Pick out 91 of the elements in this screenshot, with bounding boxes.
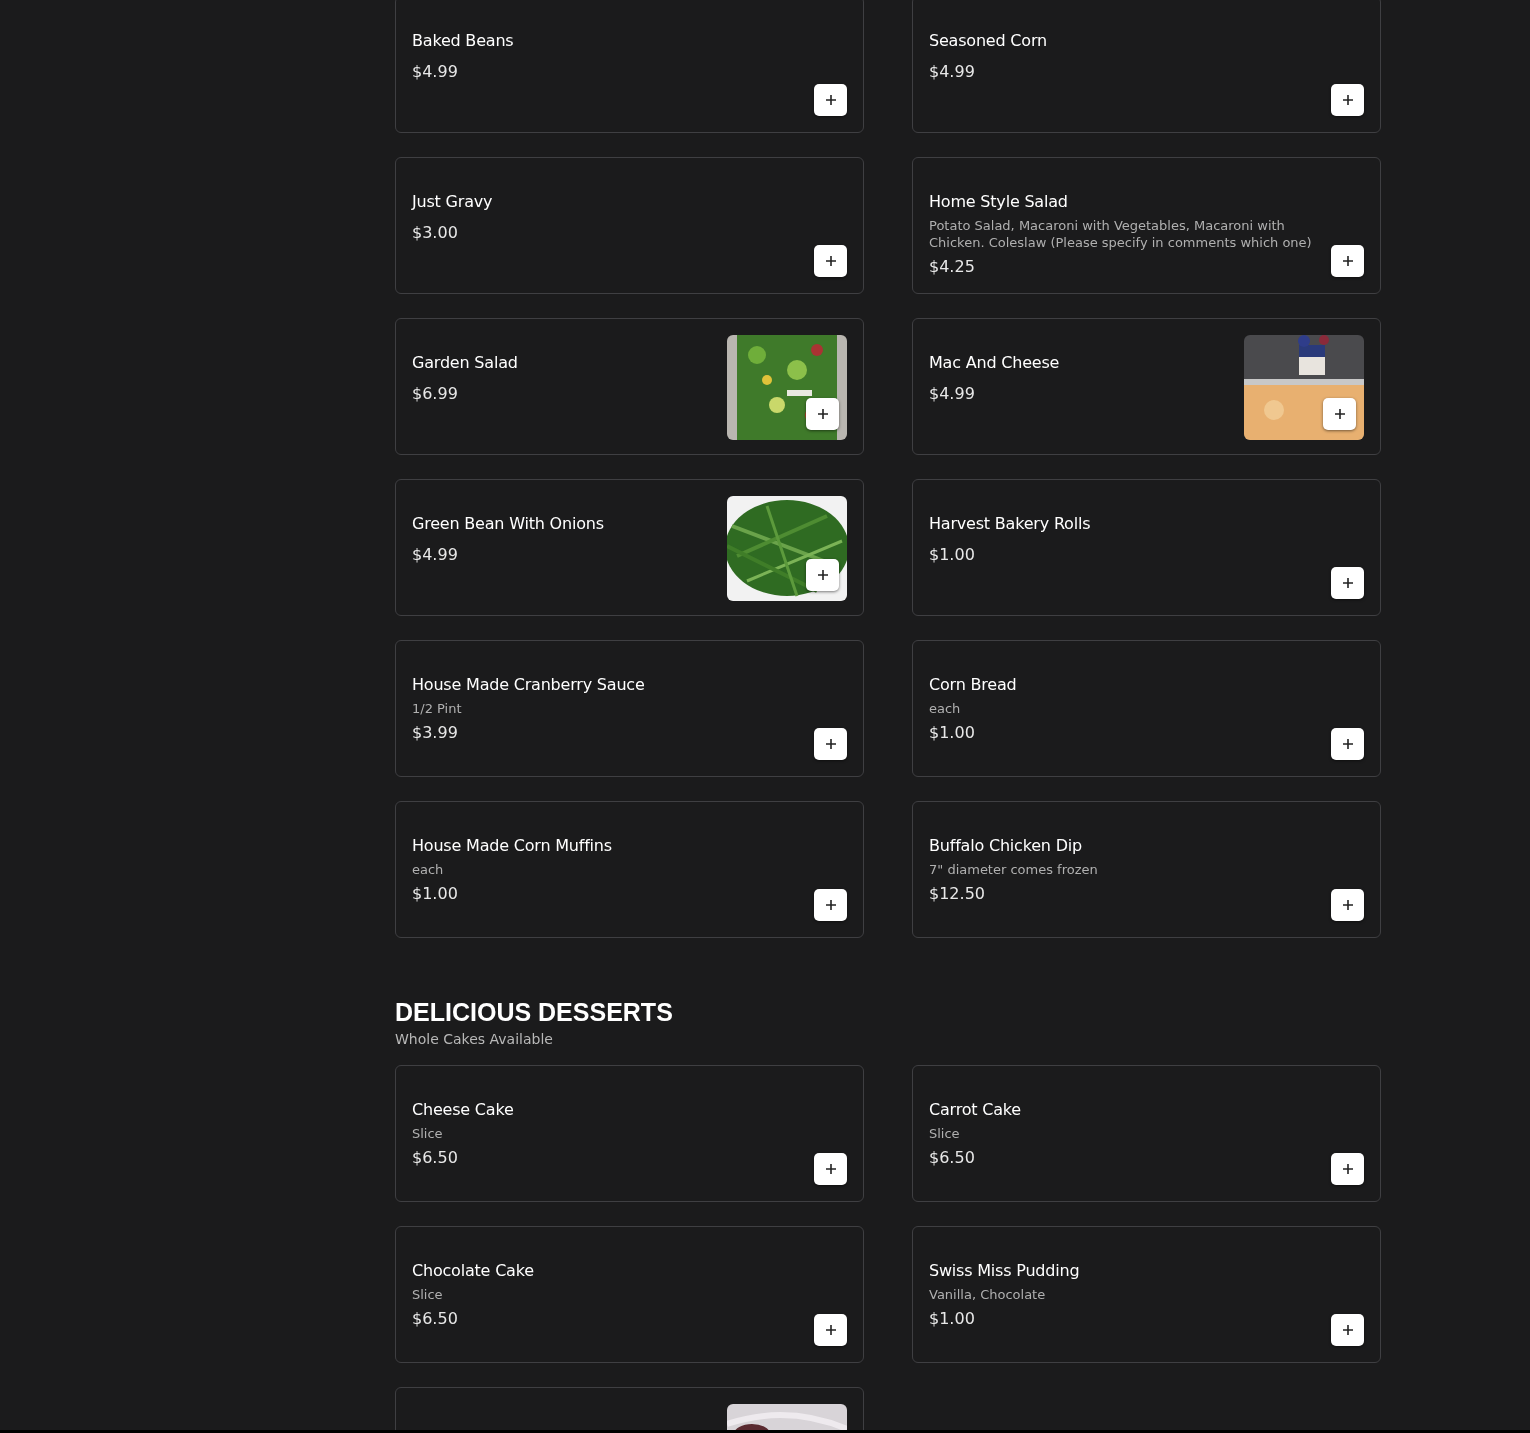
plus-icon — [1341, 1163, 1354, 1175]
item-name: Harvest Bakery Rolls — [929, 514, 1091, 533]
item-name: Swiss Miss Pudding — [929, 1261, 1080, 1280]
plus-icon — [1341, 738, 1354, 750]
add-button[interactable] — [1331, 728, 1364, 760]
menu-card[interactable]: House Made Cranberry Sauce 1/2 Pint $3.99 — [395, 640, 864, 777]
menu-card[interactable]: Baked Beans $4.99 — [395, 0, 864, 133]
plus-icon — [824, 899, 837, 911]
item-price: $12.50 — [929, 884, 985, 903]
item-price: $1.00 — [929, 723, 975, 742]
menu-card[interactable]: Carrot Cake Slice $6.50 — [912, 1065, 1381, 1202]
menu-card[interactable]: Garden Salad $6.99 — [395, 318, 864, 455]
item-description: Vanilla, Chocolate — [929, 1286, 1046, 1303]
item-name: Carrot Cake — [929, 1100, 1021, 1119]
item-description: 7" diameter comes frozen — [929, 861, 1098, 878]
item-name: House Made Corn Muffins — [412, 836, 612, 855]
plus-icon — [824, 255, 837, 267]
item-name: Corn Bread — [929, 675, 1017, 694]
item-price: $4.99 — [929, 62, 975, 81]
plus-icon — [816, 569, 829, 581]
add-button[interactable] — [1331, 84, 1364, 116]
item-price: $4.99 — [412, 62, 458, 81]
add-button[interactable] — [814, 1153, 847, 1185]
add-button[interactable] — [806, 398, 839, 430]
item-price: $6.50 — [929, 1148, 975, 1167]
add-button[interactable] — [1331, 1153, 1364, 1185]
item-name: Seasoned Corn — [929, 31, 1047, 50]
menu-card[interactable]: Corn Bread each $1.00 — [912, 640, 1381, 777]
section-title: DELICIOUS DESSERTS — [395, 998, 674, 1027]
add-button[interactable] — [806, 559, 839, 591]
menu-card[interactable]: House Made Corn Muffins each $1.00 — [395, 801, 864, 938]
item-price: $4.99 — [412, 545, 458, 564]
menu-card[interactable]: Mac And Cheese $4.99 — [912, 318, 1381, 455]
item-price: $4.25 — [929, 257, 975, 276]
item-price: $6.50 — [412, 1309, 458, 1328]
plus-icon — [824, 738, 837, 750]
add-button[interactable] — [1331, 889, 1364, 921]
plus-icon — [1341, 899, 1354, 911]
menu-card[interactable]: Chocolate Cake Slice $6.50 — [395, 1226, 864, 1363]
item-name: Garden Salad — [412, 353, 518, 372]
item-price: $3.99 — [412, 723, 458, 742]
item-name: Just Gravy — [412, 192, 493, 211]
item-description: Slice — [412, 1125, 443, 1142]
add-button[interactable] — [1331, 567, 1364, 599]
plus-icon — [1333, 408, 1346, 420]
item-price: $3.00 — [412, 223, 458, 242]
item-price: $1.00 — [929, 1309, 975, 1328]
plus-icon — [1341, 577, 1354, 589]
item-price: $6.50 — [412, 1148, 458, 1167]
item-price: $1.00 — [929, 545, 975, 564]
item-description: each — [412, 861, 444, 878]
section-subtitle: Whole Cakes Available — [395, 1031, 554, 1047]
item-name: Cheese Cake — [412, 1100, 514, 1119]
item-description: Slice — [412, 1286, 443, 1303]
menu-card[interactable]: Seasoned Corn $4.99 — [912, 0, 1381, 133]
plus-icon — [1341, 255, 1354, 267]
plus-icon — [1341, 94, 1354, 106]
add-button[interactable] — [1331, 245, 1364, 277]
item-name: Green Bean With Onions — [412, 514, 604, 533]
add-button[interactable] — [814, 889, 847, 921]
plus-icon — [816, 408, 829, 420]
menu-card[interactable]: Buffalo Chicken Dip 7" diameter comes frozen $12.50 — [912, 801, 1381, 938]
item-description: each — [929, 700, 961, 717]
plus-icon — [1341, 1324, 1354, 1336]
plus-icon — [824, 1163, 837, 1175]
menu-card[interactable]: Home Style Salad Potato Salad, Macaroni with Vegetables, Macaroni with Chicken. Coleslaw (Please specify in comments which one) $4.25 — [912, 157, 1381, 294]
add-button[interactable] — [814, 84, 847, 116]
item-description: Slice — [929, 1125, 960, 1142]
add-button[interactable] — [814, 728, 847, 760]
item-name: Buffalo Chicken Dip — [929, 836, 1082, 855]
item-name: Baked Beans — [412, 31, 514, 50]
item-price: $6.99 — [412, 384, 458, 403]
item-price: $1.00 — [412, 884, 458, 903]
menu-card[interactable]: Just Gravy $3.00 — [395, 157, 864, 294]
plus-icon — [824, 1324, 837, 1336]
item-name: Chocolate Cake — [412, 1261, 534, 1280]
menu-card[interactable]: Cheese Cake Slice $6.50 — [395, 1065, 864, 1202]
add-button[interactable] — [814, 245, 847, 277]
menu-card[interactable]: Swiss Miss Pudding Vanilla, Chocolate $1.00 — [912, 1226, 1381, 1363]
item-description: Potato Salad, Macaroni with Vegetables, Macaroni with Chicken. Coleslaw (Please specify in comments which one) — [929, 217, 1313, 251]
menu-card[interactable]: Harvest Bakery Rolls $1.00 — [912, 479, 1381, 616]
add-button[interactable] — [1331, 1314, 1364, 1346]
add-button[interactable] — [814, 1314, 847, 1346]
add-button[interactable] — [1323, 398, 1356, 430]
item-name: House Made Cranberry Sauce — [412, 675, 645, 694]
item-description: 1/2 Pint — [412, 700, 462, 717]
menu-card[interactable]: Green Bean With Onions $4.99 — [395, 479, 864, 616]
item-name: Mac And Cheese — [929, 353, 1060, 372]
item-price: $4.99 — [929, 384, 975, 403]
item-name: Home Style Salad — [929, 192, 1068, 211]
plus-icon — [824, 94, 837, 106]
